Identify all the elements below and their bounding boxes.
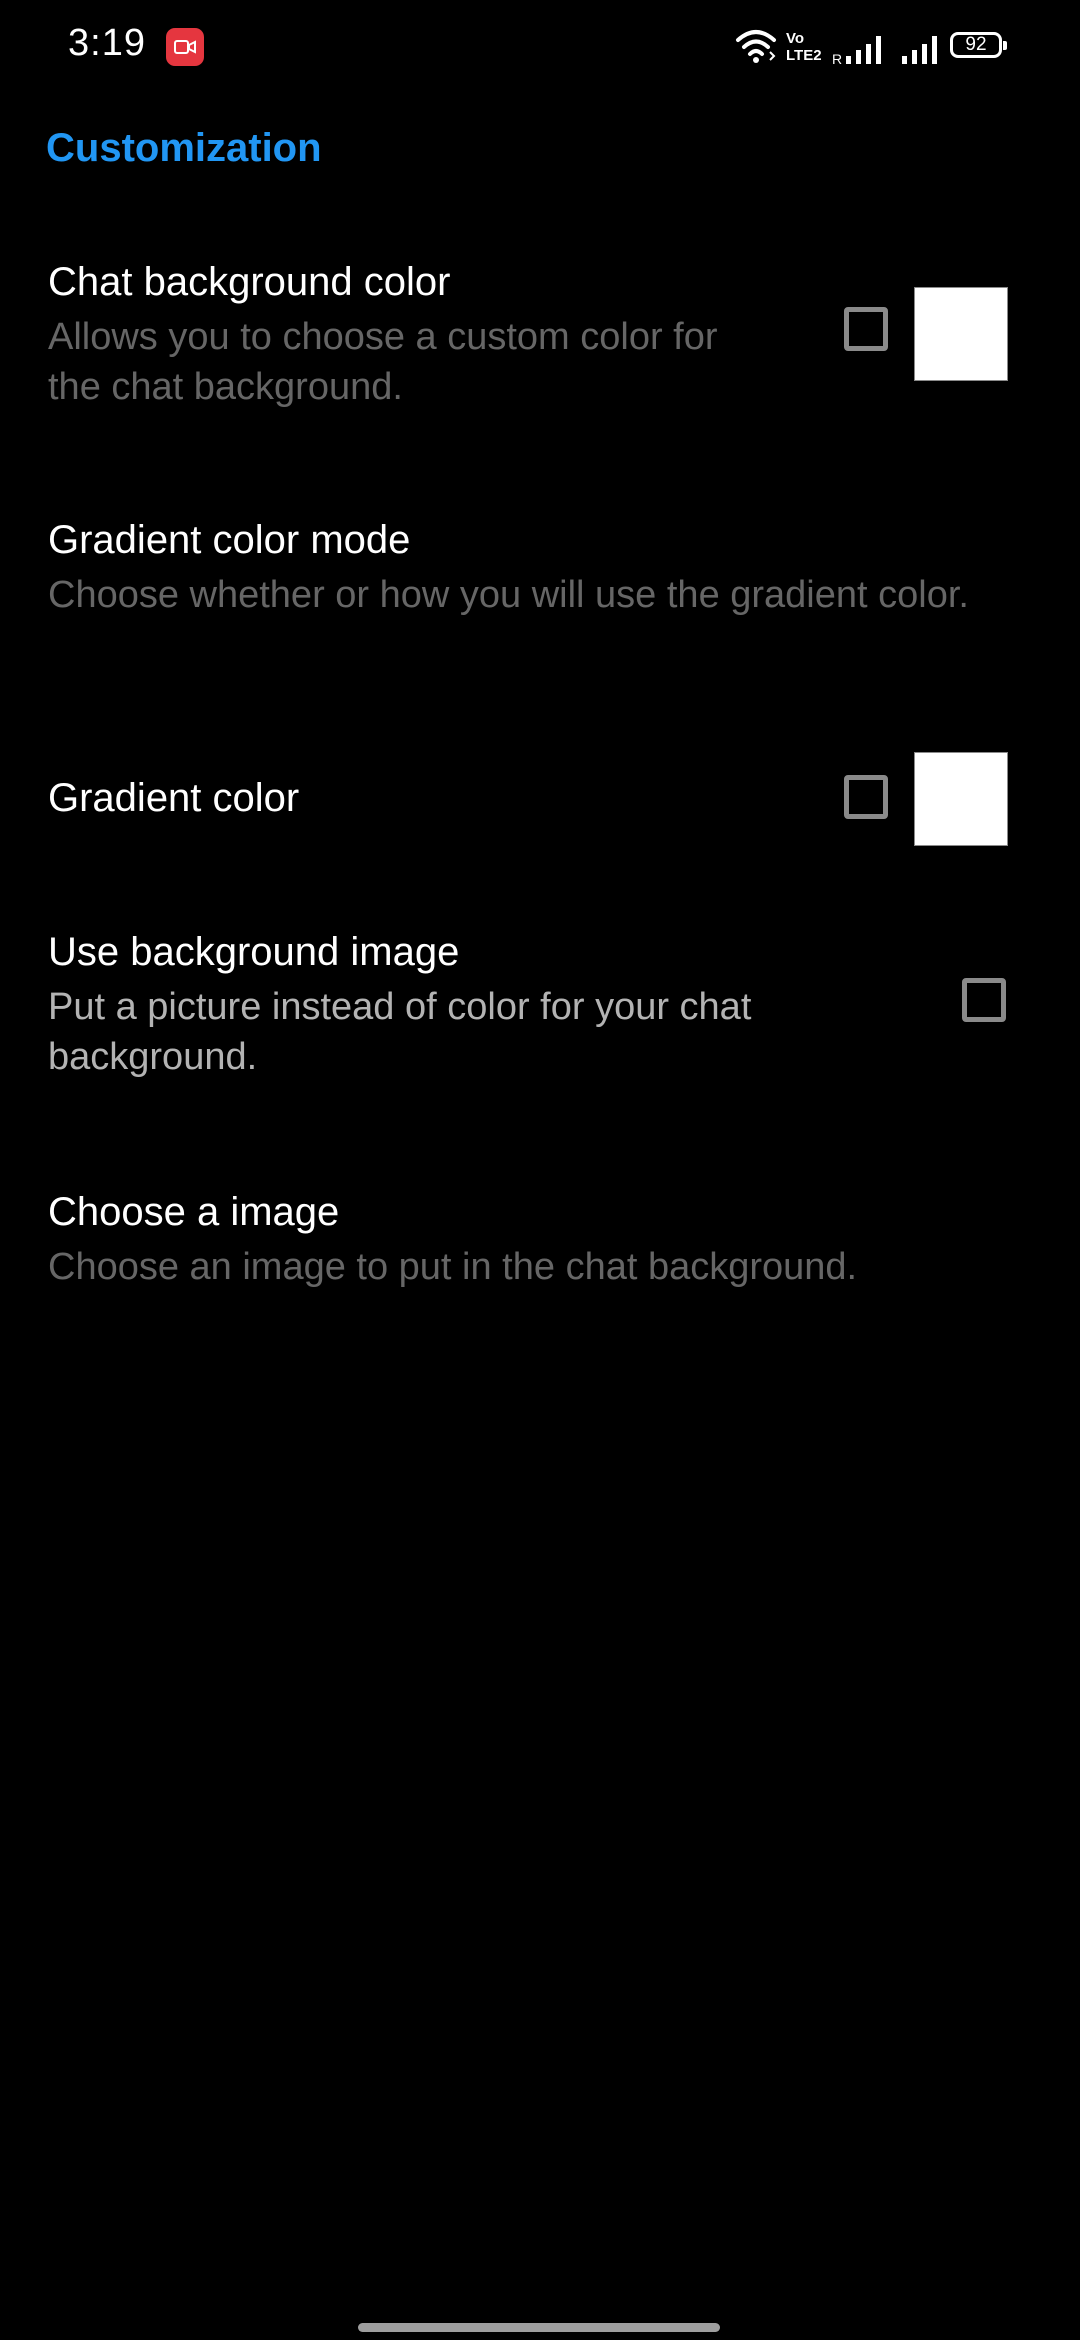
- volte-line1: Vo: [786, 30, 805, 47]
- pref-choose-image[interactable]: Choose a image Choose an image to put in…: [0, 1172, 1080, 1322]
- status-time: 3:19: [68, 22, 146, 64]
- pref-gradient-color-mode[interactable]: Gradient color mode Choose whether or ho…: [0, 500, 1080, 700]
- volte-icon: Vo LTE2: [786, 30, 826, 64]
- status-icons: Vo LTE2 R 92: [734, 28, 1014, 68]
- screen-record-icon: [166, 28, 204, 66]
- chat-background-color-swatch[interactable]: [914, 287, 1008, 381]
- pref-title: Gradient color mode: [48, 518, 411, 562]
- section-header-customization: Customization: [46, 126, 322, 170]
- pref-chat-background-color[interactable]: Chat background color Allows you to choo…: [0, 240, 1080, 440]
- battery-icon: 92: [950, 32, 1007, 58]
- status-bar: 3:19 Vo LTE2 R 92: [0, 0, 1080, 96]
- pref-title: Gradient color: [48, 776, 300, 820]
- home-indicator[interactable]: [358, 2323, 720, 2332]
- volte-line2: LTE2: [786, 47, 822, 64]
- chat-background-color-checkbox[interactable]: [844, 307, 888, 351]
- wifi-icon: [734, 28, 778, 69]
- pref-summary: Put a picture instead of color for your …: [48, 986, 752, 1078]
- gradient-color-swatch[interactable]: [914, 752, 1008, 846]
- signal-icon-2: [900, 32, 944, 71]
- pref-summary: Allows you to choose a custom color for …: [48, 316, 718, 408]
- roaming-indicator: R: [832, 51, 842, 66]
- pref-use-background-image[interactable]: Use background image Put a picture inste…: [0, 912, 1080, 1112]
- pref-gradient-color[interactable]: Gradient color: [0, 740, 1080, 860]
- use-background-image-checkbox[interactable]: [962, 978, 1006, 1022]
- pref-title: Use background image: [48, 930, 460, 974]
- pref-title: Choose a image: [48, 1190, 340, 1234]
- signal-icon: R: [832, 32, 892, 71]
- pref-summary: Choose whether or how you will use the g…: [48, 574, 969, 616]
- pref-title: Chat background color: [48, 260, 451, 304]
- gradient-color-checkbox[interactable]: [844, 775, 888, 819]
- battery-level: 92: [965, 34, 987, 55]
- pref-summary: Choose an image to put in the chat backg…: [48, 1246, 858, 1288]
